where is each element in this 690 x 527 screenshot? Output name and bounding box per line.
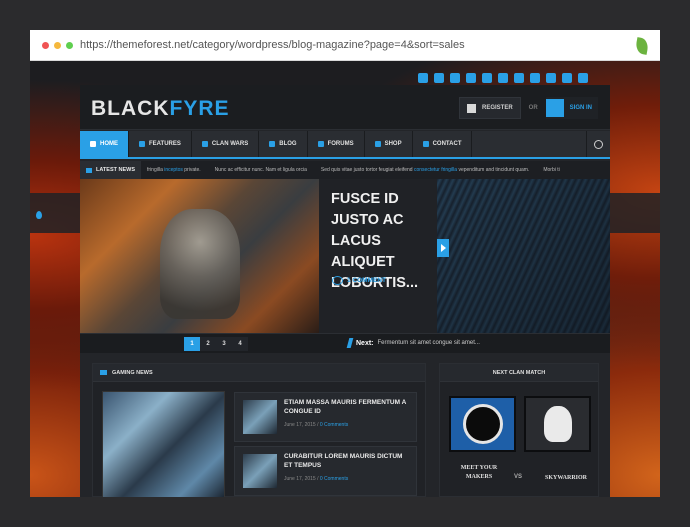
site-logo[interactable]: BLACKFYRE (91, 97, 230, 121)
address-bar[interactable]: https://themeforest.net/category/wordpre… (30, 30, 660, 61)
vk-icon[interactable] (562, 73, 572, 83)
latest-news-label: LATEST NEWS (80, 161, 142, 179)
news-icon (100, 370, 107, 375)
ticker-item[interactable]: Morbi ti (543, 167, 559, 173)
nav-features[interactable]: FEATURES (129, 131, 192, 157)
pager-item[interactable]: 4 (232, 337, 248, 351)
star-icon (139, 141, 145, 147)
eye-icon (201, 141, 208, 147)
clan-match-panel: NEXT CLAN MATCH MEET YOUR MAKERS VS SKYW… (439, 363, 599, 497)
steam-icon[interactable] (514, 73, 524, 83)
slider-next-arrow[interactable] (437, 239, 449, 257)
users-icon (317, 141, 324, 147)
team-b-logo[interactable] (524, 396, 591, 452)
cart-icon (374, 141, 381, 147)
site-header: BLACKFYRE REGISTER OR SIGN IN (80, 85, 610, 130)
featured-slider: FUSCE ID JUSTO AC LACUS ALIQUET LOBORTIS… (80, 179, 610, 333)
main-nav: HOME FEATURES CLAN WARS BLOG FORUMS SHOP… (80, 131, 610, 159)
google-plus-icon[interactable] (546, 73, 556, 83)
article-meta: June 17, 2015 / 0 Comments (284, 422, 349, 428)
pager-item[interactable]: 3 (216, 337, 232, 351)
youtube-icon[interactable] (466, 73, 476, 83)
water-drop-icon[interactable] (36, 211, 42, 219)
ticker-item[interactable]: fringilla inceptos private. (147, 167, 201, 173)
url-text[interactable]: https://themeforest.net/category/wordpre… (80, 39, 465, 51)
article-title[interactable]: ETIAM MASSA MAURIS FERMENTUM A CONGUE ID (284, 399, 412, 416)
mym-logo-icon (462, 404, 503, 444)
megaphone-icon (86, 167, 92, 173)
page-container: BLACKFYRE REGISTER OR SIGN IN HOME FEATU… (80, 85, 610, 497)
rss-icon[interactable] (418, 73, 428, 83)
pinterest-icon[interactable] (530, 73, 540, 83)
ticker-items: fringilla inceptos private. Nunc ac effi… (141, 167, 560, 173)
list-item[interactable]: CURABITUR LOREM MAURIS DICTUM ET TEMPUS … (234, 446, 417, 496)
article-meta: June 17, 2015 / 0 Comments (284, 476, 349, 482)
next-slide-preview[interactable] (437, 179, 610, 333)
nav-blog[interactable]: BLOG (259, 131, 308, 157)
pager-item[interactable]: 1 (184, 337, 200, 351)
team-a-name[interactable]: MEET YOUR MAKERS (458, 464, 500, 482)
pager-item[interactable]: 2 (200, 337, 216, 351)
team-b-name[interactable]: SKYWARRIOR (536, 474, 596, 483)
checkbox-icon (466, 103, 476, 113)
close-dot[interactable] (42, 42, 49, 49)
nav-forums[interactable]: FORUMS (308, 131, 365, 157)
minimize-dot[interactable] (54, 42, 61, 49)
knight-figure (160, 209, 240, 319)
ticker-item[interactable]: Sed quis vitae justo tortor feugiat elei… (321, 167, 529, 173)
clan-match-header: NEXT CLAN MATCH (440, 364, 598, 382)
slide-comments-link[interactable]: 1 COMMENT (332, 276, 386, 285)
nav-contact[interactable]: CONTACT (413, 131, 473, 157)
lock-icon (545, 99, 564, 117)
news-ticker: LATEST NEWS fringilla inceptos private. … (80, 161, 610, 179)
auth-area: REGISTER OR SIGN IN (458, 97, 598, 119)
list-icon (422, 141, 429, 147)
sign-in-button[interactable]: SIGN IN (545, 97, 598, 119)
featured-news-image[interactable] (102, 391, 225, 497)
article-thumbnail[interactable] (243, 454, 277, 488)
slide-pager: 1 2 3 4 (184, 337, 248, 351)
at-icon[interactable] (434, 73, 444, 83)
home-icon (90, 141, 96, 147)
article-thumbnail[interactable] (243, 400, 277, 434)
search-button[interactable] (586, 131, 610, 157)
register-button[interactable]: REGISTER (458, 97, 521, 119)
nav-home[interactable]: HOME (80, 131, 129, 157)
instagram-icon[interactable] (498, 73, 508, 83)
twitter-icon[interactable] (578, 73, 588, 83)
bolt-icon (346, 338, 354, 348)
or-label: OR (528, 105, 538, 111)
nav-clan-wars[interactable]: CLAN WARS (192, 131, 260, 157)
vs-label: VS (514, 474, 523, 480)
nav-shop[interactable]: SHOP (365, 131, 413, 157)
ticker-item[interactable]: Nunc ac efficitur nunc. Nam et ligula or… (215, 167, 307, 173)
browser-window: https://themeforest.net/category/wordpre… (30, 30, 660, 497)
slide-caption: FUSCE ID JUSTO AC LACUS ALIQUET LOBORTIS… (319, 179, 437, 333)
team-a-logo[interactable] (449, 396, 516, 452)
gaming-news-header: GAMING NEWS (93, 364, 425, 382)
vimeo-icon[interactable] (450, 73, 460, 83)
gaming-news-panel: GAMING NEWS ETIAM MASSA MAURIS FERMENTUM… (92, 363, 426, 497)
rss-icon (269, 141, 276, 147)
website: BLACKFYRE REGISTER OR SIGN IN HOME FEATU… (30, 61, 660, 497)
slide-image[interactable] (80, 179, 319, 333)
spartan-helmet-icon (543, 406, 572, 442)
arrow-right-icon (440, 244, 446, 252)
article-title[interactable]: CURABITUR LOREM MAURIS DICTUM ET TEMPUS (284, 453, 412, 470)
envato-leaf-icon (634, 37, 650, 55)
list-item[interactable]: ETIAM MASSA MAURIS FERMENTUM A CONGUE ID… (234, 392, 417, 442)
maximize-dot[interactable] (66, 42, 73, 49)
comment-icon (332, 276, 343, 285)
next-slide-info[interactable]: Next: Fermentum sit amet congue sit amet… (346, 338, 480, 348)
side-strip-right (610, 193, 660, 233)
search-icon (594, 139, 603, 149)
slider-controls: 1 2 3 4 Next: Fermentum sit amet congue … (80, 333, 610, 353)
twitch-icon[interactable] (482, 73, 492, 83)
